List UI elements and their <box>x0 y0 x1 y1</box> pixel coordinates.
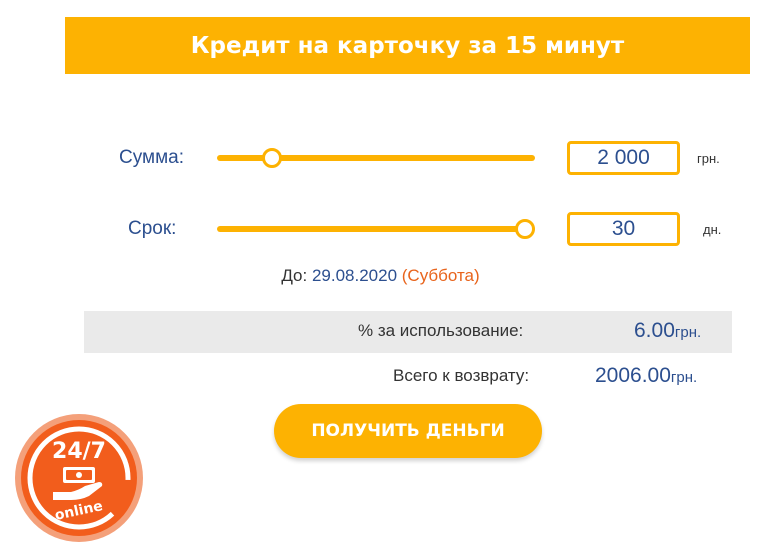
term-label: Срок: <box>128 218 177 239</box>
amount-label: Сумма: <box>119 147 184 168</box>
fee-value: 6.00грн. <box>634 319 701 343</box>
term-slider-track[interactable] <box>217 226 535 232</box>
fee-unit: грн. <box>674 324 702 341</box>
due-date-prefix: До: <box>281 266 308 285</box>
amount-slider-thumb[interactable] <box>261 148 282 168</box>
total-amount: 2006.00 <box>595 364 671 387</box>
get-money-button[interactable]: ПОЛУЧИТЬ ДЕНЬГИ <box>274 404 542 458</box>
term-slider-thumb[interactable] <box>515 219 535 239</box>
online-24-7-badge: 24/7 online <box>15 414 143 542</box>
due-day-of-week: (Суббота) <box>401 266 480 285</box>
amount-unit: грн. <box>697 151 720 166</box>
due-date-value: 29.08.2020 <box>311 266 398 285</box>
due-date-line: До: 29.08.2020 (Суббота) <box>0 266 761 286</box>
page-title-text: Кредит на карточку за 15 минут <box>190 32 625 59</box>
term-unit: дн. <box>703 222 722 237</box>
badge-24-7-text: 24/7 <box>52 439 106 464</box>
total-label: Всего к возврату: <box>393 366 530 385</box>
fee-label: % за использование: <box>358 321 524 340</box>
page-title: Кредит на карточку за 15 минут <box>65 17 750 74</box>
fee-amount: 6.00 <box>634 319 675 342</box>
total-unit: грн. <box>670 369 698 386</box>
total-value: 2006.00грн. <box>595 364 697 388</box>
term-input[interactable]: 30 <box>567 212 680 246</box>
amount-input[interactable]: 2 000 <box>567 141 680 175</box>
